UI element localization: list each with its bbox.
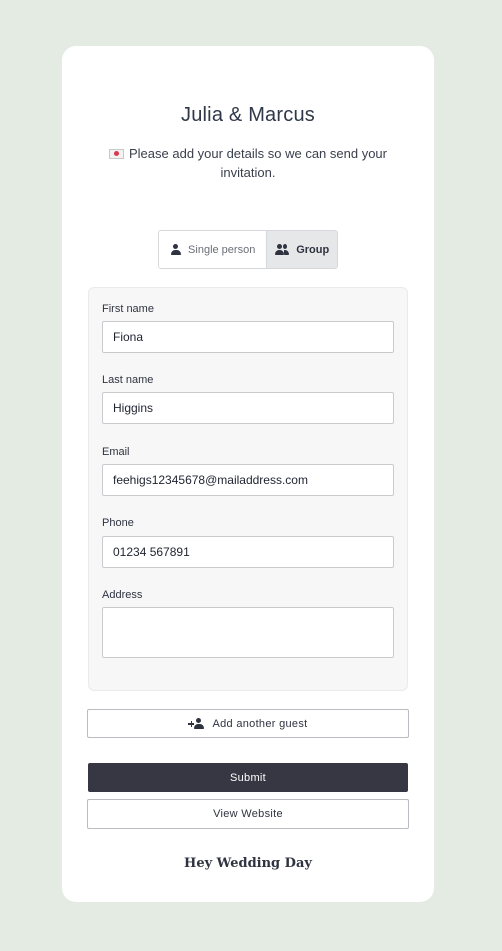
- subtitle-text: Please add your details so we can send y…: [129, 146, 387, 180]
- group-label: Group: [296, 243, 330, 256]
- group-option[interactable]: Group: [267, 231, 337, 268]
- last-name-field[interactable]: [102, 392, 394, 424]
- single-person-label: Single person: [188, 243, 256, 256]
- rsvp-card: Julia & Marcus Please add your details s…: [62, 46, 434, 902]
- person-icon: [170, 244, 181, 255]
- address-field[interactable]: [102, 607, 394, 658]
- envelope-heart-icon: [109, 149, 124, 159]
- single-person-option[interactable]: Single person: [159, 231, 268, 268]
- last-name-label: Last name: [102, 374, 154, 386]
- view-website-button[interactable]: View Website: [87, 799, 409, 829]
- address-label: Address: [102, 589, 143, 601]
- email-label: Email: [102, 446, 130, 458]
- guest-type-toggle: Single person Group: [158, 230, 338, 269]
- group-icon: [275, 244, 290, 255]
- first-name-field[interactable]: [102, 321, 394, 353]
- email-field[interactable]: [102, 464, 394, 496]
- page-subtitle: Please add your details so we can send y…: [108, 144, 388, 182]
- guest-form: First name Last name Email Phone Address: [88, 287, 408, 691]
- page-title: Julia & Marcus: [181, 104, 315, 126]
- add-guest-button[interactable]: Add another guest: [87, 709, 409, 738]
- phone-field[interactable]: [102, 536, 394, 568]
- phone-label: Phone: [102, 517, 134, 529]
- add-guest-label: Add another guest: [212, 717, 308, 730]
- first-name-label: First name: [102, 303, 154, 315]
- add-person-icon: [188, 718, 205, 729]
- brand-logo: Hey Wedding Day: [184, 856, 312, 871]
- submit-button[interactable]: Submit: [88, 763, 408, 792]
